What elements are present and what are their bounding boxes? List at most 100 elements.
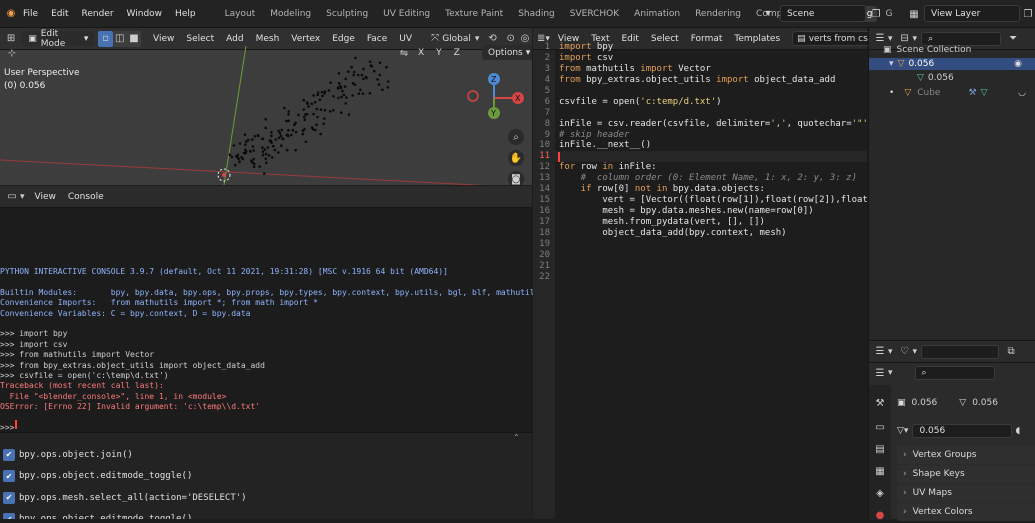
console-line: >>> from mathutils import Vector	[0, 350, 155, 360]
tab-layout[interactable]: Layout	[225, 9, 256, 19]
view-layer-icon[interactable]: ▦	[906, 6, 922, 22]
object-icon: ▣	[897, 398, 906, 408]
code-token: mesh = bpy.data.meshes.new(name=row[0])	[559, 206, 814, 217]
scene-tab-icon[interactable]: ◈	[872, 485, 888, 501]
fake-user-shield-icon[interactable]: ◖	[1015, 426, 1020, 436]
blender-logo-icon[interactable]: ◉	[3, 6, 19, 22]
vertex-point	[377, 83, 381, 86]
scene-collection-row[interactable]: ▣ Scene Collection	[883, 44, 971, 56]
info-log-item[interactable]: ✔ bpy.ops.mesh.select_all(action='DESELEC…	[0, 487, 532, 509]
properties-search-box[interactable]	[921, 344, 1000, 359]
scene-browse-icon[interactable]: ▾	[760, 6, 776, 22]
collapse-chevron-icon[interactable]: ⌃	[513, 433, 520, 442]
filter-icon[interactable]: ⏷	[1005, 31, 1021, 47]
data-name-field[interactable]: 0.056	[912, 424, 1013, 438]
view-layer-tab-icon[interactable]: ▦	[872, 463, 888, 479]
vertex-point	[249, 150, 252, 153]
code-area[interactable]: import bpy import csv from mathutils impor…	[559, 42, 867, 283]
info-log-item[interactable]: ✔ bpy.ops.object.editmode_toggle()	[0, 466, 532, 488]
properties-search-input[interactable]: ⌕	[914, 366, 995, 380]
vertex-point	[319, 132, 322, 136]
tab-shading[interactable]: Shading	[518, 9, 555, 19]
tab-animation[interactable]: Animation	[634, 9, 680, 19]
code-token: import	[716, 74, 749, 85]
vertex-point	[252, 149, 256, 152]
panel-uv-maps[interactable]: › UV Maps	[897, 484, 1035, 502]
menu-file[interactable]: File	[23, 9, 38, 19]
info-log-item[interactable]: ✔ bpy.ops.object.editmode_toggle()	[0, 509, 532, 519]
console-cursor	[15, 420, 17, 429]
line-number: 9	[544, 129, 550, 140]
outliner-item-selected[interactable]: ▾ ▽ 0.056 ◉	[869, 58, 1035, 70]
zoom-icon[interactable]: ⌕	[508, 129, 524, 145]
outliner-item[interactable]: ▽ 0.056	[869, 71, 1035, 84]
code-line: import bpy	[559, 42, 867, 53]
heartbeat-icon[interactable]: ♡	[897, 344, 913, 360]
info-log-item[interactable]: ✔ bpy.ops.object.join()	[0, 444, 532, 466]
view-layer-selector[interactable]: View Layer	[924, 5, 1020, 22]
pan-hand-icon[interactable]: ✋	[508, 150, 524, 166]
outliner-item-label: 0.056	[927, 72, 954, 83]
menu-edit[interactable]: Edit	[51, 9, 68, 19]
text-editor[interactable]: ≣ ▾ View Text Edit Select Format Templates ▤ …	[533, 28, 877, 519]
tab-texture-paint[interactable]: Texture Paint	[445, 9, 503, 19]
code-token: vert = [Vector((float(row[1]),float(row[…	[602, 195, 867, 206]
tab-uv-editing[interactable]: UV Editing	[383, 9, 430, 19]
scene-selector[interactable]: Scene	[780, 5, 866, 22]
vertex-point	[340, 95, 343, 99]
eye-icon[interactable]: ◉	[1014, 59, 1022, 69]
camera-icon[interactable]: ◙	[508, 171, 524, 185]
outliner-editor-icon[interactable]: ☰	[872, 365, 888, 381]
properties-editor[interactable]: ☰ ▾ ♡ ▾ ⧉ ☰ ▾ ⌕ ⚒ ▭ ▤ ▦ ◈ ● ▣ 0.056 ▽ 0.…	[868, 340, 1035, 521]
line-numbers: 1 2 3 4 5 6 7 8 9 10 11 12 13 14 15 16 17 18 19 20 21 22	[533, 42, 550, 283]
render-tab-icon[interactable]: ▭	[872, 419, 888, 435]
console-menu-console[interactable]: Console	[68, 192, 104, 202]
tab-sculpting[interactable]: Sculpting	[326, 9, 368, 19]
console-editor-icon[interactable]: ▭	[4, 189, 20, 205]
menu-window[interactable]: Window	[127, 9, 163, 19]
mesh-data-icon: ▽	[980, 87, 988, 98]
panel-vertex-colors[interactable]: › Vertex Colors	[897, 503, 1035, 521]
copy-view-layer-icon[interactable]: ❐	[1020, 6, 1035, 22]
mesh-data-icon[interactable]: ▽	[897, 426, 904, 436]
code-token: from	[559, 63, 581, 74]
chevron-down-icon: ▾	[903, 426, 909, 436]
vertex-point	[313, 100, 317, 104]
tab-rendering[interactable]: Rendering	[695, 9, 741, 19]
line-number: 2	[544, 52, 550, 63]
vertex-point	[264, 152, 268, 156]
menu-help[interactable]: Help	[175, 9, 196, 19]
console-menu-view[interactable]: View	[35, 192, 56, 202]
outliner-item[interactable]: • ▽ Cube ⚒ ▽ ◡	[869, 85, 1035, 100]
vertex-point	[277, 151, 280, 154]
menu-render[interactable]: Render	[82, 9, 114, 19]
output-tab-icon[interactable]: ▤	[872, 441, 888, 457]
navigation-gizmo[interactable]: Z X Y	[462, 70, 532, 128]
tool-tab-icon[interactable]: ⚒	[872, 395, 888, 411]
chevron-down-icon[interactable]: ▾	[889, 59, 894, 69]
tab-g[interactable]: G	[885, 9, 892, 19]
viewport-3d[interactable]: ⊞ ▣ Edit Mode ▾ ▫ ◫ ■ View Select Add Mesh V…	[0, 28, 532, 185]
python-console[interactable]: ▭ ▾ View Console PYTHON INTERACTIVE CONSO…	[0, 186, 539, 432]
info-log[interactable]: ⌃ ✔ bpy.ops.object.join() ✔ bpy.ops.object.…	[0, 432, 532, 519]
vertex-point	[370, 64, 374, 68]
tab-sverchok[interactable]: SVERCHOK	[570, 9, 619, 19]
chevron-down-icon: ▾	[20, 191, 25, 202]
properties-editor-icon[interactable]: ☰	[872, 344, 888, 360]
line-number: 14	[539, 184, 550, 195]
tab-modeling[interactable]: Modeling	[270, 9, 311, 19]
vertex-point	[263, 148, 267, 151]
world-tab-icon[interactable]: ●	[872, 507, 888, 523]
pin-icon[interactable]: ⧉	[1003, 344, 1019, 360]
outliner[interactable]: ☰ ▾ ⊟ ▾ ⌕ ⏷ ▣ Scene Collection ▾ ▽ 0.056…	[868, 28, 1035, 340]
vertex-point	[294, 121, 297, 125]
panel-vertex-groups[interactable]: › Vertex Groups	[897, 446, 1035, 464]
code-token: # column order (0: Element Name, 1: x, 2…	[559, 173, 858, 184]
copy-scene-icon[interactable]: ❐	[868, 6, 884, 22]
expand-dot-icon[interactable]: •	[889, 88, 894, 98]
eye-closed-icon[interactable]: ◡	[1018, 88, 1026, 98]
chevron-right-icon: ›	[903, 469, 907, 479]
vertex-point	[318, 98, 322, 102]
panel-shape-keys[interactable]: › Shape Keys	[897, 465, 1035, 483]
search-icon: ⌕	[921, 368, 927, 378]
